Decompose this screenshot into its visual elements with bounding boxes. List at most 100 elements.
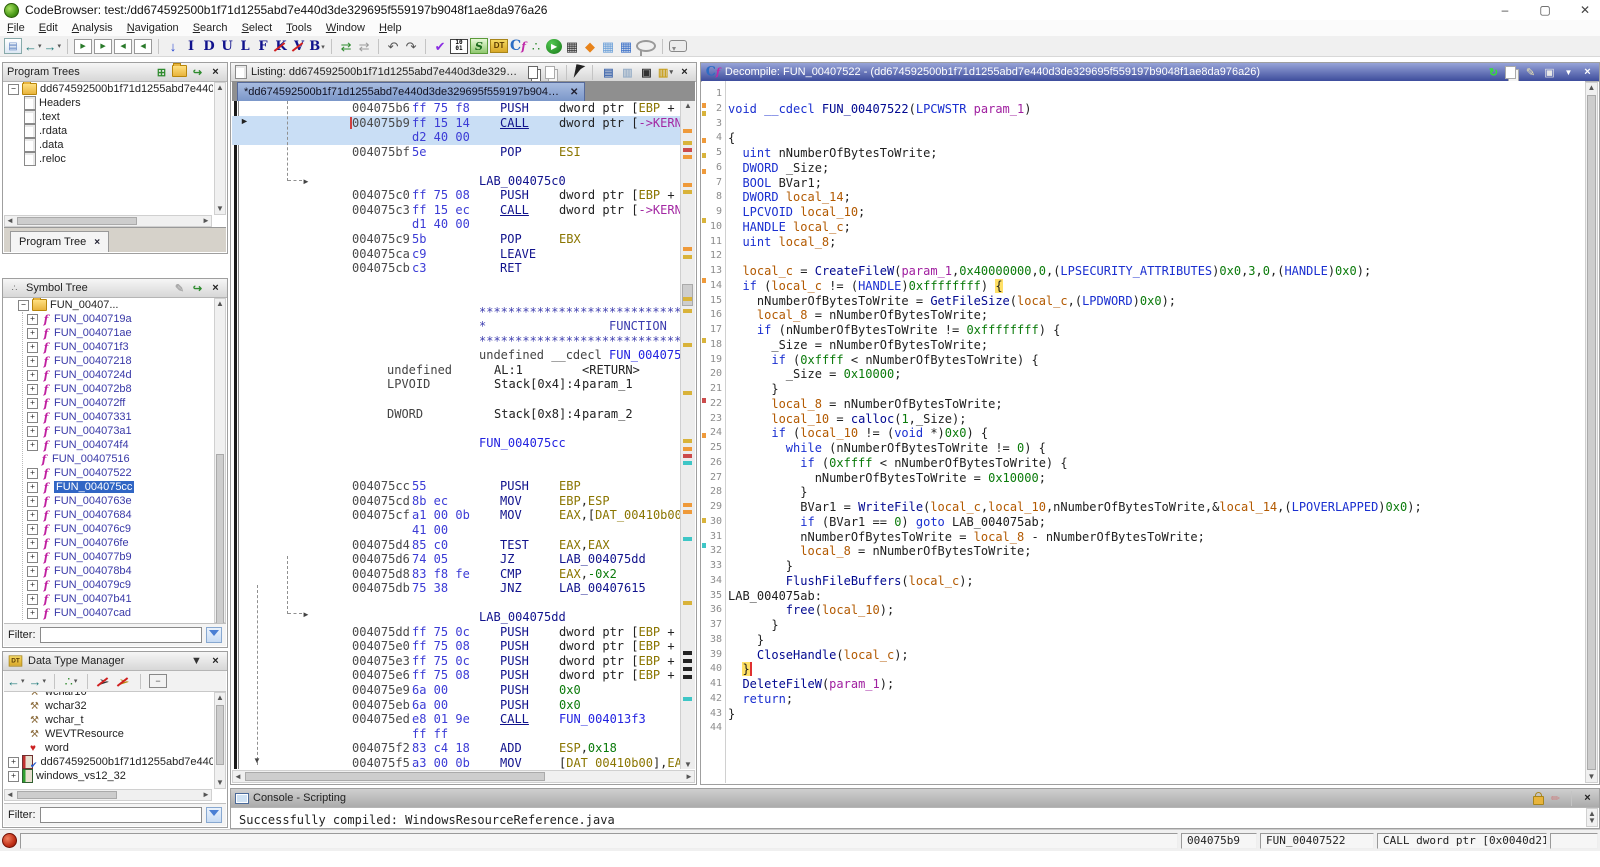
listing-row[interactable]: 004075f283 c4 18ADDESP,0x18 [232, 741, 684, 756]
symbol-tree-vscrollbar[interactable]: ▲▼ [214, 298, 226, 623]
markup-k-icon[interactable]: K [273, 38, 289, 55]
decompile-line[interactable]: BOOL BVar1; [728, 176, 822, 191]
markup-f-icon[interactable]: F [255, 38, 271, 55]
markup-d-icon[interactable]: D [201, 38, 217, 55]
dtm-back-icon[interactable]: ←▾ [7, 673, 25, 690]
decompile-line[interactable]: if (local_10 != (void *)0x0) { [728, 426, 988, 441]
decompile-line[interactable]: return; [728, 692, 793, 707]
listing-hscrollbar[interactable]: ◄► [232, 770, 695, 783]
decompile-line[interactable]: local_10 = calloc(1,_Size); [728, 412, 966, 427]
decompile-line[interactable]: uint nNumberOfBytesToWrite; [728, 146, 938, 161]
decompile-line[interactable]: CloseHandle(local_c); [728, 648, 909, 663]
decompile-line[interactable]: _Size = nNumberOfBytesToWrite; [728, 338, 988, 353]
decompile-line[interactable]: } [728, 633, 764, 648]
filter-icon[interactable] [206, 627, 222, 643]
decompile-line[interactable]: DeleteFileW(param_1); [728, 677, 894, 692]
listing-row[interactable] [232, 450, 684, 465]
symbol-tree-item[interactable]: +fFUN_004071ae [23, 326, 213, 340]
markup-i-icon[interactable]: I [183, 38, 199, 55]
back-icon[interactable]: ←▾ [24, 38, 42, 55]
program-tree-root[interactable]: − dd674592500b1f71d1255abd7e440d3de32969… [4, 82, 213, 96]
markup-u-icon[interactable]: U [219, 38, 235, 55]
program-diff-icon[interactable]: ▶ [74, 39, 92, 54]
symbol-folder[interactable]: − FUN_00407... [4, 298, 213, 312]
decompile-line[interactable]: } [728, 662, 752, 677]
decompile-line[interactable]: HANDLE local_c; [728, 220, 851, 235]
menu-select[interactable]: Select [235, 21, 280, 35]
listing-row[interactable]: 41 00 [232, 523, 684, 538]
listing-row[interactable]: 004075cbc3RET [232, 261, 684, 276]
menu-navigation[interactable]: Navigation [120, 21, 186, 35]
symbol-tree-item[interactable]: +fFUN_004079c9 [23, 578, 213, 592]
symbol-tree-item[interactable]: +fFUN_004072b8 [23, 382, 213, 396]
close-icon[interactable]: × [208, 281, 223, 296]
snapshot-icon[interactable]: ▣ [1542, 65, 1557, 80]
listing-row[interactable]: *FUNCTION [232, 319, 684, 334]
listing-row[interactable]: 004075ddff 75 0cPUSHdword ptr [EBP + par… [232, 625, 684, 640]
listing-row[interactable]: undefinedAL:1<RETURN> [232, 363, 684, 378]
run-script-icon[interactable]: ▶ [546, 39, 562, 54]
clear-icon[interactable]: ✏ [1548, 791, 1563, 806]
export-icon[interactable]: ↪ [190, 65, 205, 80]
listing-row[interactable]: 004075e0ff 75 08PUSHdword ptr [EBP + par… [232, 639, 684, 654]
decompile-view[interactable]: 12void __cdecl FUN_00407522(LPCWSTR para… [702, 81, 1585, 783]
undo-icon[interactable]: ↶ [385, 38, 401, 55]
decompile-line[interactable]: nNumberOfBytesToWrite = 0x10000; [728, 471, 1046, 486]
close-icon[interactable]: × [208, 654, 223, 669]
symbol-tree-item[interactable]: +fFUN_004073a1 [23, 424, 213, 438]
function-graph-icon[interactable]: ∴ [528, 38, 544, 55]
dtm-pointer-filter-icon[interactable]: ➢ [96, 673, 112, 690]
symbol-tree-item[interactable]: +fFUN_004076fe [23, 536, 213, 550]
listing-row[interactable]: 004075cd8b ecMOVEBP,ESP [232, 494, 684, 509]
decompile-line[interactable]: } [728, 707, 735, 722]
listing-row[interactable]: 004075d485 c0TESTEAX,EAX [232, 538, 684, 553]
tab-close-icon[interactable]: ✕ [570, 87, 578, 98]
edit-icon[interactable]: ✎ [172, 281, 187, 296]
symbol-tree-item[interactable]: +fFUN_0040763e [23, 494, 213, 508]
dtm-item[interactable]: +✔dd674592500b1f71d1255abd7e440d3de3 [4, 755, 213, 769]
minimize-button[interactable]: – [1498, 3, 1512, 17]
symbol-tree-item[interactable]: +fFUN_0040724d [23, 368, 213, 382]
program-tree-hscrollbar[interactable]: ◄► [4, 215, 212, 227]
menu-window[interactable]: Window [319, 21, 372, 35]
markup-l-icon[interactable]: L [237, 38, 253, 55]
listing-row[interactable]: LPVOIDStack[0x4]:4param_1 [232, 377, 684, 392]
decompile-line[interactable]: } [728, 485, 807, 500]
listing-row[interactable]: undefined __cdecl FUN_004075cc(LPVOID pa… [232, 348, 684, 363]
dtm-array-filter-icon[interactable]: ➢ [116, 673, 132, 690]
listing-row[interactable]: 004075cc55PUSHEBP [232, 479, 684, 494]
memory-map-icon[interactable]: ▦ [564, 38, 580, 55]
symbol-tree-item[interactable]: +fFUN_004074f4 [23, 438, 213, 452]
collapse-icon[interactable]: − [18, 300, 29, 311]
table-go-icon[interactable]: ▦ [618, 38, 634, 55]
decompile-line[interactable]: void __cdecl FUN_00407522(LPCWSTR param_… [728, 102, 1031, 117]
program-tree-item[interactable]: .reloc [4, 152, 213, 166]
tab-program-tree[interactable]: Program Tree × [10, 231, 109, 252]
listing-row[interactable]: 004075e96a 00PUSH0x0 [232, 683, 684, 698]
listing-row[interactable] [232, 290, 684, 305]
listing-view[interactable]: 004075b6ff 75 f8PUSHdword ptr [EBP + loc… [232, 101, 684, 769]
dtm-item[interactable]: ♥word [4, 741, 213, 755]
dtm-collapse-all-icon[interactable]: − [149, 674, 167, 688]
decompile-line[interactable]: free(local_10); [728, 603, 894, 618]
markup-v-icon[interactable]: V [291, 38, 307, 55]
decompile-line[interactable]: if (nNumberOfBytesToWrite != 0xffffffff)… [728, 323, 1060, 338]
decompile-line[interactable]: BVar1 = WriteFile(local_c,local_10,nNumb… [728, 500, 1422, 515]
symbol-tree-item[interactable]: +fFUN_00407331 [23, 410, 213, 424]
menu-tools[interactable]: Tools [279, 21, 319, 35]
toolbar-menu-icon[interactable]: ▥▾ [658, 65, 673, 80]
symbol-tree-item[interactable]: +fFUN_00407522 [23, 466, 213, 480]
listing-row[interactable]: ****************************************… [232, 334, 684, 349]
decompile-line[interactable]: if (0xffff < nNumberOfBytesToWrite) { [728, 353, 1039, 368]
lock-icon[interactable] [1533, 796, 1544, 805]
export-icon[interactable]: ↪ [190, 281, 205, 296]
listing-row[interactable]: 004075ede8 01 9eCALLFUN_004013f3 [232, 712, 684, 727]
program-tree-item[interactable]: .data [4, 138, 213, 152]
redo-icon[interactable]: ↷ [403, 38, 419, 55]
decompile-line[interactable]: nNumberOfBytesToWrite = GetFileSize(loca… [728, 294, 1176, 309]
decompile-line[interactable]: FlushFileBuffers(local_c); [728, 574, 974, 589]
go-down-icon[interactable]: ↓ [165, 38, 181, 55]
listing-row[interactable]: 004075c3ff 15 ecCALLdword ptr [->KERNEL3… [232, 203, 684, 218]
listing-row[interactable]: 004075e6ff 75 08PUSHdword ptr [EBP + par… [232, 668, 684, 683]
diamond-icon[interactable]: ◆ [582, 38, 598, 55]
